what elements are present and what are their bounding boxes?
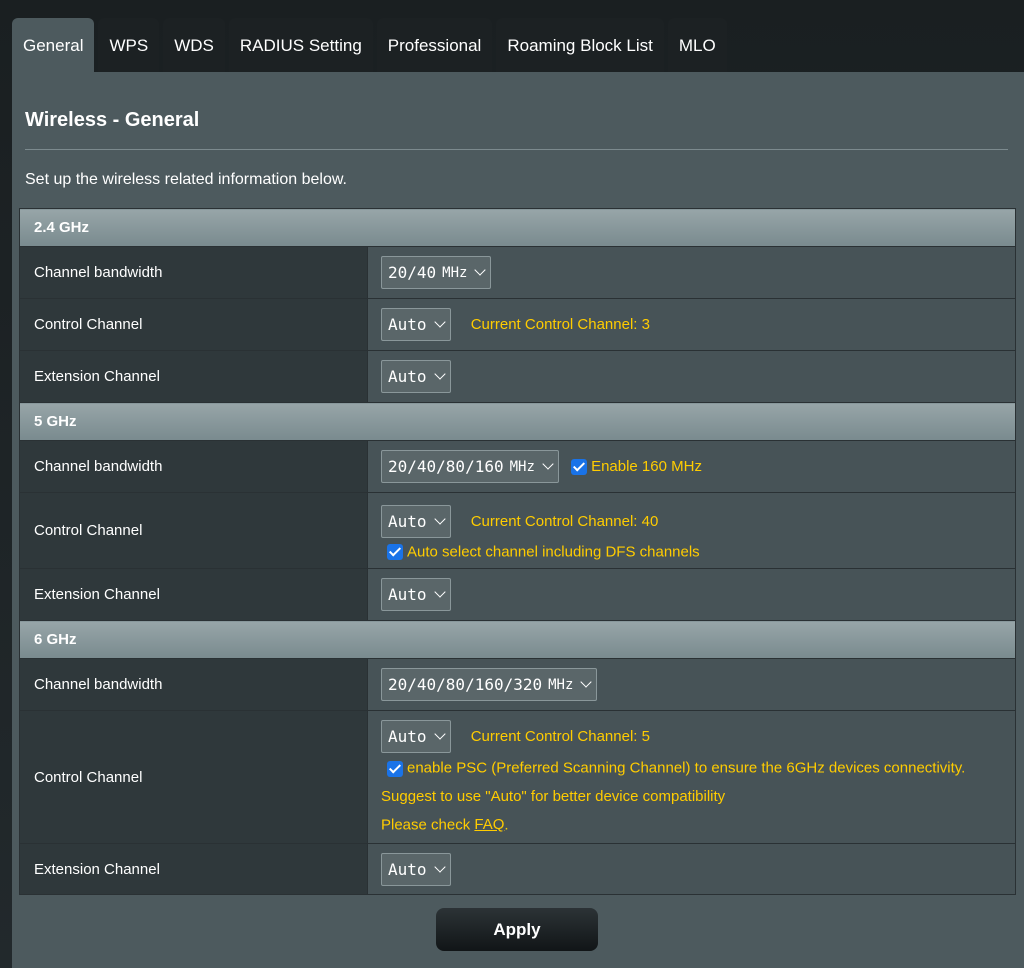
chevron-down-icon	[474, 264, 487, 276]
value-24-control: Auto Current Control Channel: 3	[367, 298, 1016, 351]
section-header-5ghz: 5 GHz	[19, 402, 1016, 441]
tab-wds[interactable]: WDS	[163, 18, 225, 73]
current-channel-24: Current Control Channel: 3	[470, 316, 650, 333]
suggest-auto-text: Suggest to use "Auto" for better device …	[381, 788, 726, 805]
chevron-down-icon	[433, 316, 446, 328]
section-header-label: 6 GHz	[19, 620, 1016, 659]
select-5-control-value: Auto	[388, 512, 427, 532]
psc-line: enable PSC (Preferred Scanning Channel) …	[387, 759, 1015, 777]
value-6-control: Auto Current Control Channel: 5 enable P…	[367, 710, 1016, 844]
row-6-control: Control Channel Auto Current Control Cha…	[19, 710, 1016, 844]
row-24-extension: Extension Channel Auto	[19, 350, 1016, 403]
select-6-bandwidth-value: 20/40/80/160/320	[388, 675, 543, 694]
page-title: Wireless - General	[25, 109, 200, 131]
chevron-down-icon	[433, 368, 446, 380]
control-5-line: Auto Current Control Channel: 40	[381, 505, 1015, 539]
psc-checkbox[interactable]	[387, 760, 403, 777]
section-header-24ghz: 2.4 GHz	[19, 208, 1016, 247]
select-24-bandwidth-value: 20/40	[388, 263, 437, 282]
select-5-bandwidth-value: 20/40/80/160	[388, 457, 504, 476]
psc-label: enable PSC (Preferred Scanning Channel) …	[407, 760, 966, 777]
select-6-control-value: Auto	[388, 727, 427, 747]
apply-button[interactable]: Apply	[436, 908, 598, 951]
current-channel-6: Current Control Channel: 5	[470, 728, 650, 746]
faq-suffix: .	[504, 816, 509, 834]
select-24-extension-value: Auto	[388, 367, 427, 386]
label-24-bandwidth: Channel bandwidth	[19, 246, 368, 299]
select-6-bandwidth-unit: MHz	[548, 676, 574, 693]
select-24-extension[interactable]: Auto	[381, 360, 451, 393]
dfs-checkbox[interactable]	[387, 544, 403, 561]
label-24-control: Control Channel	[19, 298, 368, 351]
label-24-extension: Extension Channel	[19, 350, 368, 403]
tab-wps[interactable]: WPS	[98, 18, 160, 73]
select-6-extension[interactable]: Auto	[381, 852, 451, 886]
tab-professional[interactable]: Professional	[376, 18, 493, 73]
row-5-control: Control Channel Auto Current Control Cha…	[19, 492, 1016, 569]
label-5-bandwidth: Channel bandwidth	[19, 440, 368, 493]
page-description: Set up the wireless related information …	[25, 171, 347, 188]
value-5-bandwidth: 20/40/80/160 MHz Enable 160 MHz	[367, 440, 1016, 493]
faq-prefix: Please check	[381, 816, 475, 834]
tab-radius-setting[interactable]: RADIUS Setting	[228, 18, 373, 73]
row-6-extension: Extension Channel Auto	[19, 843, 1016, 895]
dfs-label: Auto select channel including DFS channe…	[407, 543, 700, 561]
row-6-bandwidth: Channel bandwidth 20/40/80/160/320 MHz	[19, 658, 1016, 711]
chevron-down-icon	[433, 860, 446, 873]
row-24-control: Control Channel Auto Current Control Cha…	[19, 298, 1016, 351]
select-24-bandwidth-unit: MHz	[442, 264, 468, 281]
select-6-control[interactable]: Auto	[381, 720, 451, 754]
chevron-down-icon	[433, 728, 446, 741]
select-5-bandwidth-unit: MHz	[509, 458, 535, 475]
label-6-control: Control Channel	[19, 710, 368, 844]
select-24-bandwidth[interactable]: 20/40 MHz	[381, 256, 492, 289]
chevron-down-icon	[433, 513, 446, 525]
select-5-control[interactable]: Auto	[381, 505, 451, 539]
wireless-settings-table: 2.4 GHz Channel bandwidth 20/40 MHz Contr…	[19, 208, 1016, 895]
value-5-control: Auto Current Control Channel: 40 Auto se…	[367, 492, 1016, 569]
faq-line: Please check FAQ.	[381, 816, 1015, 834]
value-24-bandwidth: 20/40 MHz	[367, 246, 1016, 299]
title-divider	[25, 149, 1008, 150]
value-5-extension: Auto	[367, 568, 1016, 621]
chevron-down-icon	[433, 586, 446, 598]
tab-roaming-block-list[interactable]: Roaming Block List	[496, 18, 664, 73]
select-24-control[interactable]: Auto	[381, 308, 451, 341]
row-5-bandwidth: Channel bandwidth 20/40/80/160 MHz Enable…	[19, 440, 1016, 493]
select-24-control-value: Auto	[388, 315, 427, 334]
section-header-label: 2.4 GHz	[19, 208, 1016, 247]
label-6-extension: Extension Channel	[19, 843, 368, 895]
enable-160-checkbox[interactable]	[571, 458, 588, 475]
control-6-line: Auto Current Control Channel: 5	[381, 720, 1015, 754]
label-5-control: Control Channel	[19, 492, 368, 569]
value-24-extension: Auto	[367, 350, 1016, 403]
row-5-extension: Extension Channel Auto	[19, 568, 1016, 621]
enable-160-label: Enable 160 MHz	[591, 458, 702, 475]
tab-general[interactable]: General	[12, 18, 95, 73]
dfs-line: Auto select channel including DFS channe…	[387, 543, 1015, 561]
chevron-down-icon	[580, 676, 593, 688]
section-header-label: 5 GHz	[19, 402, 1016, 441]
value-6-bandwidth: 20/40/80/160/320 MHz	[367, 658, 1016, 711]
select-5-extension-value: Auto	[388, 585, 427, 604]
faq-link[interactable]: FAQ	[474, 816, 504, 833]
chevron-down-icon	[542, 458, 554, 470]
select-5-bandwidth[interactable]: 20/40/80/160 MHz	[381, 450, 559, 483]
select-6-bandwidth[interactable]: 20/40/80/160/320 MHz	[381, 668, 598, 701]
tab-mlo[interactable]: MLO	[667, 18, 727, 73]
select-5-extension[interactable]: Auto	[381, 578, 451, 611]
tab-bar: General WPS WDS RADIUS Setting Professio…	[12, 18, 727, 73]
label-5-extension: Extension Channel	[19, 568, 368, 621]
row-24-bandwidth: Channel bandwidth 20/40 MHz	[19, 246, 1016, 299]
value-6-extension: Auto	[367, 843, 1016, 895]
section-header-6ghz: 6 GHz	[19, 620, 1016, 659]
label-6-bandwidth: Channel bandwidth	[19, 658, 368, 711]
current-channel-5: Current Control Channel: 40	[470, 513, 659, 531]
select-6-extension-value: Auto	[388, 859, 427, 879]
